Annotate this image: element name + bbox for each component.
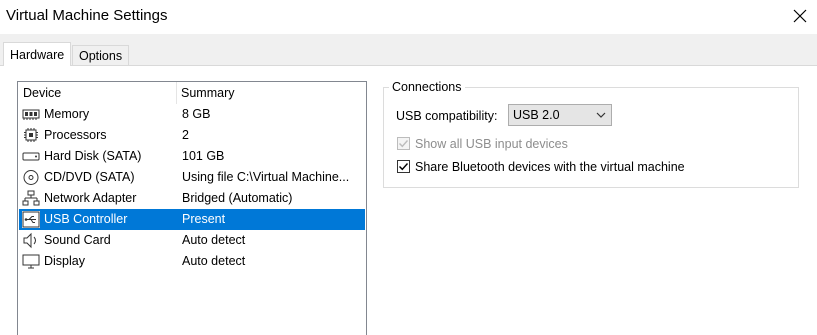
column-header-device[interactable]: Device (23, 86, 61, 100)
memory-icon (22, 109, 40, 120)
usb-compatibility-dropdown[interactable]: USB 2.0 (508, 104, 612, 126)
device-summary: 8 GB (182, 107, 211, 121)
device-list-header: Device Summary (18, 82, 366, 104)
device-name: Hard Disk (SATA) (44, 149, 142, 163)
device-row-sound-card[interactable]: Sound Card Auto detect (19, 230, 365, 251)
tab-hardware[interactable]: Hardware (3, 42, 72, 66)
device-row-hard-disk[interactable]: Hard Disk (SATA) 101 GB (19, 146, 365, 167)
processor-icon (24, 128, 38, 142)
device-row-display[interactable]: Display Auto detect (19, 251, 365, 272)
close-icon (793, 9, 806, 23)
share-bluetooth-label: Share Bluetooth devices with the virtual… (415, 160, 685, 174)
device-name: Sound Card (44, 233, 111, 247)
hard-disk-icon (22, 152, 40, 161)
device-summary: Using file C:\Virtual Machine... (182, 170, 350, 184)
cd-dvd-icon (23, 170, 39, 185)
device-name: Display (44, 254, 85, 268)
device-row-memory[interactable]: Memory 8 GB (19, 104, 365, 125)
connections-legend: Connections (389, 80, 465, 94)
usb-compatibility-label: USB compatibility: (396, 109, 498, 123)
device-summary: 2 (182, 128, 189, 142)
device-name: Memory (44, 107, 90, 121)
tab-options[interactable]: Options (72, 45, 130, 66)
share-bluetooth-checkbox[interactable] (397, 160, 410, 173)
checkmark-icon (399, 140, 409, 148)
chevron-down-icon (596, 112, 606, 118)
show-all-usb-label: Show all USB input devices (415, 137, 568, 151)
device-name: Network Adapter (44, 191, 137, 205)
device-summary: Auto detect (182, 233, 246, 247)
device-row-processors[interactable]: Processors 2 (19, 125, 365, 146)
device-name: USB Controller (44, 212, 128, 226)
usb-icon (22, 211, 40, 228)
show-all-usb-checkbox[interactable] (397, 137, 410, 150)
device-name: Processors (44, 128, 107, 142)
column-header-summary[interactable]: Summary (181, 86, 234, 100)
column-separator[interactable] (176, 82, 177, 104)
title-bar: Virtual Machine Settings (0, 0, 817, 34)
device-name: CD/DVD (SATA) (44, 170, 135, 184)
device-summary: Present (182, 212, 226, 226)
usb-compatibility-value: USB 2.0 (513, 108, 560, 122)
device-summary: Bridged (Automatic) (182, 191, 293, 205)
device-row-cd-dvd[interactable]: CD/DVD (SATA) Using file C:\Virtual Mach… (19, 167, 365, 188)
device-summary: 101 GB (182, 149, 225, 163)
speaker-icon (23, 232, 36, 249)
device-list[interactable]: Device Summary Memory 8 GB Processors 2 … (17, 81, 367, 335)
checkmark-icon (399, 163, 409, 171)
device-row-usb-controller[interactable]: USB Controller Present (19, 209, 365, 230)
device-summary: Auto detect (182, 254, 246, 268)
display-icon (22, 254, 40, 269)
device-row-network-adapter[interactable]: Network Adapter Bridged (Automatic) (19, 188, 365, 209)
close-button[interactable] (782, 0, 817, 32)
network-adapter-icon (22, 190, 40, 206)
window-title: Virtual Machine Settings (6, 7, 168, 24)
